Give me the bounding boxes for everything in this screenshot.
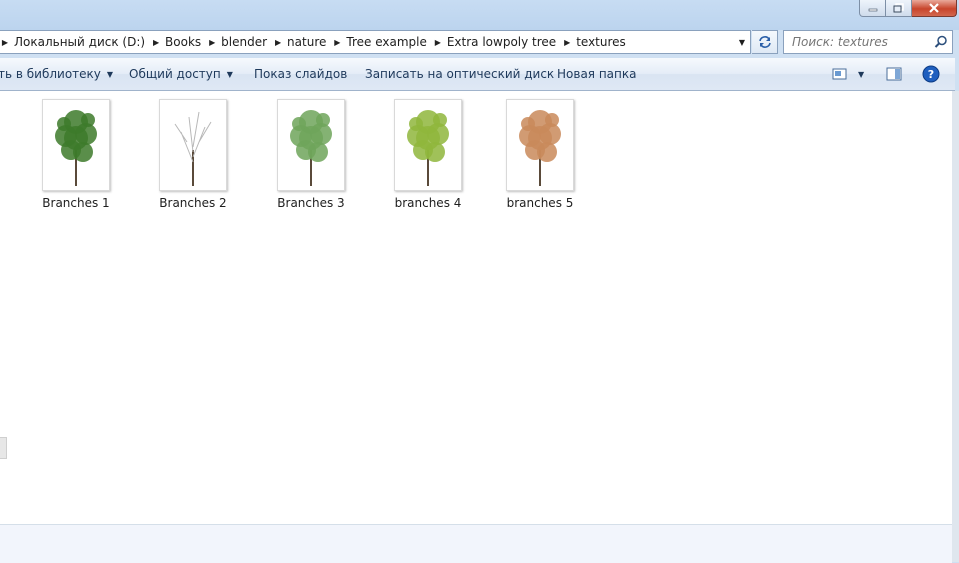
refresh-button[interactable] (752, 30, 778, 54)
breadcrumb-separator-icon[interactable]: ▶ (148, 31, 164, 53)
svg-text:?: ? (928, 68, 934, 81)
restore-icon (893, 3, 904, 13)
maximize-button[interactable] (886, 0, 912, 17)
file-list: Branches 1 Branches 2 Branches 3 branches 4… (8, 91, 952, 524)
refresh-icon (758, 36, 771, 48)
view-icon (832, 68, 847, 80)
breadcrumb-separator-icon[interactable]: ▶ (559, 31, 575, 53)
breadcrumb-item[interactable]: Tree example (345, 35, 429, 49)
file-name[interactable]: Branches 2 (153, 196, 233, 210)
breadcrumb-item[interactable]: textures (575, 35, 629, 49)
file-item[interactable]: branches 5 (500, 99, 580, 210)
breadcrumb: ▶ Локальный диск (D:) ▶ Books ▶ blender ▶ natur… (0, 31, 629, 53)
breadcrumb-item[interactable]: blender (220, 35, 270, 49)
breadcrumb-separator-icon[interactable]: ▶ (204, 31, 220, 53)
slideshow-button[interactable]: Показ слайдов (254, 58, 347, 90)
file-name[interactable]: Branches 3 (271, 196, 351, 210)
chevron-down-icon: ▼ (106, 69, 114, 79)
file-item[interactable]: Branches 2 (153, 99, 233, 210)
minimize-button[interactable] (859, 0, 886, 17)
file-item[interactable]: branches 4 (388, 99, 468, 210)
autumn-tree-thumbnail-icon[interactable] (506, 99, 574, 191)
breadcrumb-separator-icon[interactable]: ▶ (270, 31, 286, 53)
window-controls (859, 0, 957, 17)
breadcrumb-item[interactable]: Локальный диск (D:) (13, 35, 148, 49)
address-bar[interactable]: ▶ Локальный диск (D:) ▶ Books ▶ blender ▶ natur… (0, 30, 751, 54)
search-box[interactable] (783, 30, 953, 54)
new-folder-label: Новая папка (557, 67, 637, 81)
breadcrumb-separator-icon[interactable]: ▶ (0, 31, 13, 53)
file-item[interactable]: Branches 1 (36, 99, 116, 210)
address-history-dropdown[interactable]: ▼ (734, 31, 750, 53)
chevron-down-icon: ▼ (226, 69, 233, 79)
file-name[interactable]: Branches 1 (36, 196, 116, 210)
close-button[interactable] (912, 0, 957, 17)
nav-pane-resize-handle[interactable] (0, 437, 7, 459)
breadcrumb-separator-icon[interactable]: ▶ (329, 31, 345, 53)
minimize-icon (868, 8, 877, 12)
add-to-library-menu[interactable]: ть в библиотеку ▼ (0, 58, 113, 90)
file-name[interactable]: branches 5 (500, 196, 580, 210)
breadcrumb-separator-icon[interactable]: ▶ (430, 31, 446, 53)
tree-thumbnail-icon[interactable] (394, 99, 462, 191)
burn-to-disc-button[interactable]: Записать на оптический диск (365, 58, 554, 90)
new-folder-button[interactable]: Новая папка (557, 58, 636, 90)
tree-thumbnail-icon[interactable] (277, 99, 345, 191)
share-label: Общий доступ (129, 67, 221, 81)
share-menu[interactable]: Общий доступ ▼ (129, 58, 233, 90)
breadcrumb-item[interactable]: nature (286, 35, 329, 49)
tree-thumbnail-icon[interactable] (42, 99, 110, 191)
help-icon: ? (922, 65, 940, 83)
breadcrumb-item[interactable]: Books (164, 35, 204, 49)
chevron-down-icon: ▼ (738, 37, 746, 47)
preview-pane-icon (886, 67, 902, 81)
change-view-button[interactable]: ▼ (832, 58, 864, 90)
window-border (952, 91, 959, 562)
burn-label: Записать на оптический диск (365, 67, 555, 81)
details-pane (0, 524, 952, 563)
add-to-library-label: ть в библиотеку (0, 67, 101, 81)
breadcrumb-item[interactable]: Extra lowpoly tree (446, 35, 559, 49)
search-icon[interactable] (934, 35, 948, 49)
command-bar: ть в библиотеку ▼ Общий доступ ▼ Показ с… (0, 58, 955, 91)
bare-tree-thumbnail-icon[interactable] (159, 99, 227, 191)
chevron-down-icon[interactable]: ▼ (858, 70, 864, 79)
file-item[interactable]: Branches 3 (271, 99, 351, 210)
address-row: ▶ Локальный диск (D:) ▶ Books ▶ blender ▶ natur… (0, 30, 959, 54)
file-name[interactable]: branches 4 (388, 196, 468, 210)
close-icon (929, 3, 939, 13)
preview-pane-button[interactable] (886, 58, 902, 90)
slideshow-label: Показ слайдов (254, 67, 348, 81)
help-button[interactable]: ? (922, 58, 940, 90)
search-input[interactable] (790, 34, 934, 50)
title-bar (0, 0, 959, 30)
